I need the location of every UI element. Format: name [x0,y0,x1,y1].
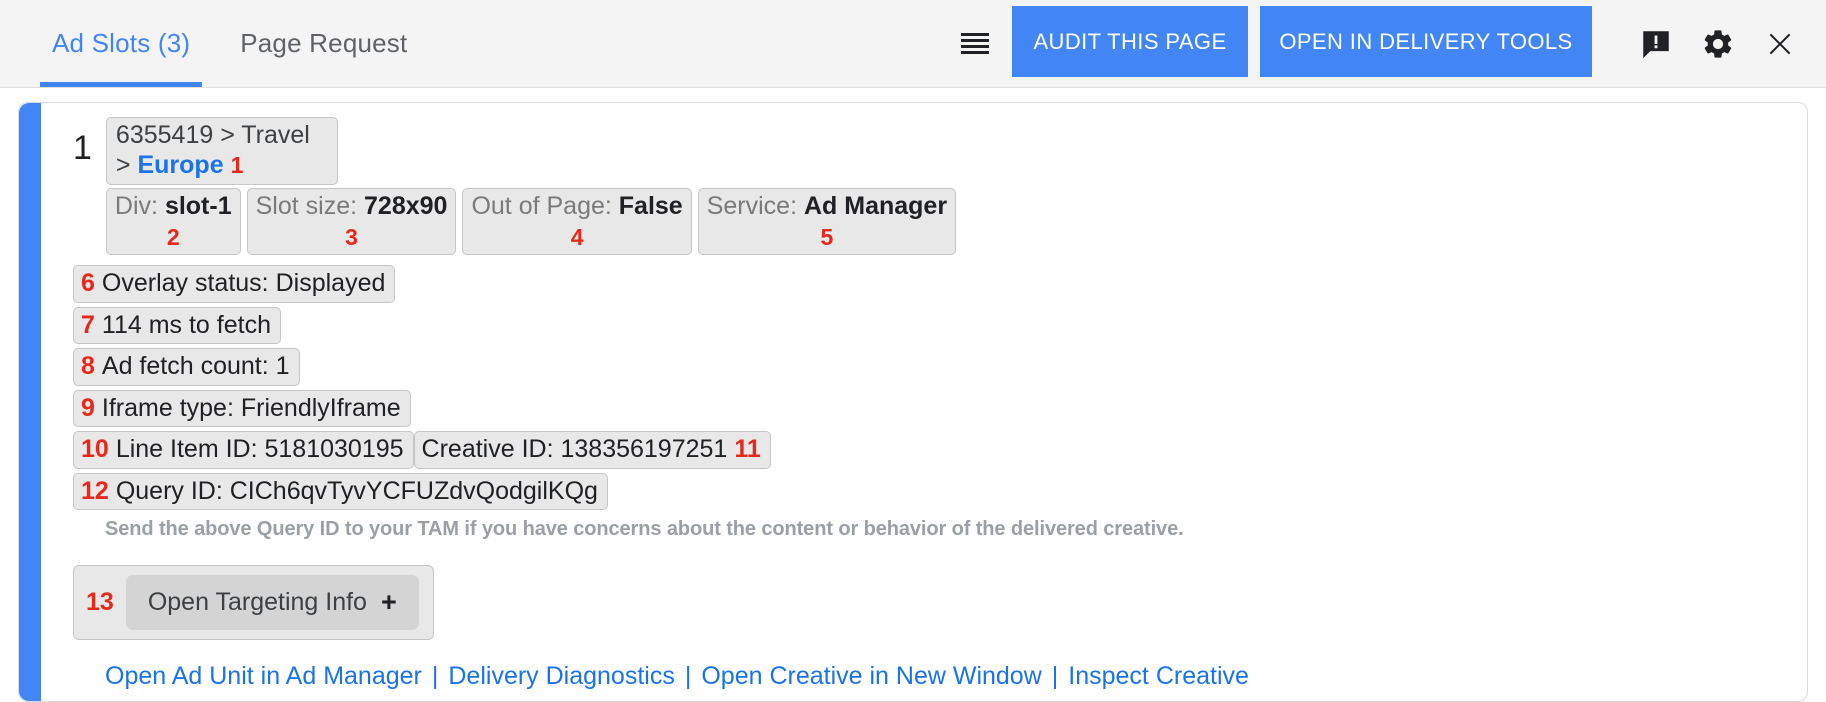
status-fetch-count-text: Ad fetch count: 1 [102,351,290,382]
attribute-slot-size-text: Slot size: 728x90 [256,191,448,222]
tab-ad-slots-label: Ad Slots (3) [52,28,190,59]
attribute-out-of-page-label: Out of Page: [471,192,611,220]
feedback-icon[interactable] [1638,26,1674,62]
slot-attribute-row: Div: slot-1 2 Slot size: 728x90 3 [106,188,956,255]
targeting-info-container: 13 Open Targeting Info + [73,565,434,640]
status-creative-id-value[interactable]: 138356197251 [560,435,727,463]
attribute-div-label: Div: [115,192,158,220]
attribute-out-of-page-text: Out of Page: False [471,191,682,222]
tab-page-request[interactable]: Page Request [228,0,419,87]
attribute-service-value: Ad Manager [804,192,947,220]
open-targeting-info-button[interactable]: Open Targeting Info + [126,575,419,630]
slot-header: 1 6355419 > Travel > Europe 1 Div: slot-… [63,117,1807,255]
tab-ad-slots[interactable]: Ad Slots (3) [40,0,202,87]
link-separator-3: | [1052,662,1059,691]
status-iframe-type-text: Iframe type: FriendlyIframe [102,393,401,424]
link-inspect-creative[interactable]: Inspect Creative [1068,662,1249,691]
slot-index: 1 [63,117,106,165]
slot-chip-column: 6355419 > Travel > Europe 1 Div: slot-1 … [106,117,956,255]
status-line-item-id-text: Line Item ID: 5181030195 [116,434,404,465]
status-fetch-count-value: 1 [276,352,290,380]
ad-slot-card-container: 1 6355419 > Travel > Europe 1 Div: slot-… [0,88,1826,702]
query-id-note: Send the above Query ID to your TAM if y… [63,518,1807,541]
annotation-badge-4: 4 [571,223,584,252]
status-fetch-time-label: ms to fetch [149,311,271,339]
ad-unit-breadcrumb[interactable]: 6355419 > Travel > Europe 1 [106,117,338,185]
attribute-service: Service: Ad Manager 5 [698,188,956,255]
status-fetch-time: 7 114 ms to fetch [73,307,281,345]
annotation-badge-10: 10 [81,434,109,465]
attribute-slot-size-label: Slot size: [256,192,357,220]
attribute-div: Div: slot-1 2 [106,188,241,255]
status-overlay: 6 Overlay status: Displayed [73,265,395,303]
attribute-service-label: Service: [707,192,797,220]
open-targeting-info-label: Open Targeting Info [148,588,367,617]
status-overlay-label: Overlay status: [102,269,269,297]
status-creative-id-label: Creative ID: [422,435,554,463]
annotation-badge-1: 1 [231,152,244,178]
attribute-slot-size: Slot size: 728x90 3 [247,188,457,255]
close-icon[interactable] [1762,26,1798,62]
link-open-ad-unit-in-ad-manager[interactable]: Open Ad Unit in Ad Manager [105,662,422,691]
status-fetch-time-value: 114 [102,311,142,339]
status-iframe-type-value: FriendlyIframe [241,394,401,422]
tab-page-request-label: Page Request [240,28,407,59]
plus-icon: + [381,587,397,618]
attribute-out-of-page-value: False [619,192,683,220]
link-separator-2: | [685,662,692,691]
status-creative-id-text: Creative ID: 138356197251 [422,434,728,465]
ad-slot-card: 1 6355419 > Travel > Europe 1 Div: slot-… [18,102,1808,702]
status-query-id-text: Query ID: CICh6qvTyvYCFUZdvQodgilKQg [116,476,598,507]
status-line-item-id-value[interactable]: 5181030195 [265,435,404,463]
annotation-badge-3: 3 [345,223,358,252]
status-iframe-type-label: Iframe type: [102,394,234,422]
menu-button[interactable] [938,0,1012,87]
slot-status-list: 6 Overlay status: Displayed 7 114 ms to … [63,265,1807,510]
status-fetch-time-text: 114 ms to fetch [102,310,271,341]
status-query-id-value[interactable]: CICh6qvTyvYCFUZdvQodgilKQg [230,477,598,505]
gear-icon[interactable] [1700,26,1736,62]
toolbar-spacer [419,0,938,87]
annotation-badge-6: 6 [81,268,95,299]
ad-slot-body: 1 6355419 > Travel > Europe 1 Div: slot-… [19,103,1807,701]
status-line-item-id-label: Line Item ID: [116,435,258,463]
annotation-badge-11: 11 [734,434,760,465]
annotation-badge-12: 12 [81,476,109,507]
attribute-slot-size-value: 728x90 [364,192,447,220]
card-accent-bar [19,103,41,701]
link-open-creative-in-new-window[interactable]: Open Creative in New Window [701,662,1041,691]
attribute-div-text: Div: slot-1 [115,191,232,222]
status-query-id-label: Query ID: [116,477,223,505]
breadcrumb-leaf[interactable]: Europe [137,151,223,179]
status-creative-id: Creative ID: 138356197251 11 [414,431,771,469]
status-line-item-id: 10 Line Item ID: 5181030195 [73,431,414,469]
attribute-out-of-page: Out of Page: False 4 [462,188,691,255]
annotation-badge-2: 2 [167,223,180,252]
status-query-id: 12 Query ID: CICh6qvTyvYCFUZdvQodgilKQg [73,473,608,511]
status-iframe-type: 9 Iframe type: FriendlyIframe [73,390,411,428]
open-in-delivery-tools-button[interactable]: OPEN IN DELIVERY TOOLS [1260,6,1592,77]
annotation-badge-9: 9 [81,393,95,424]
hamburger-icon [961,33,989,55]
link-separator-1: | [432,662,439,691]
toolbar-icon-group [1592,0,1826,87]
status-overlay-text: Overlay status: Displayed [102,268,385,299]
annotation-badge-13: 13 [86,588,114,617]
status-overlay-value: Displayed [276,269,386,297]
slot-links: Open Ad Unit in Ad Manager | Delivery Di… [63,662,1807,691]
link-delivery-diagnostics[interactable]: Delivery Diagnostics [448,662,674,691]
annotation-badge-7: 7 [81,310,95,341]
tab-bar: Ad Slots (3) Page Request [0,0,419,87]
audit-this-page-button[interactable]: AUDIT THIS PAGE [1012,6,1248,77]
top-toolbar: Ad Slots (3) Page Request AUDIT THIS PAG… [0,0,1826,88]
attribute-div-value: slot-1 [165,192,232,220]
status-fetch-count-label: Ad fetch count: [102,352,269,380]
id-row: 10 Line Item ID: 5181030195 Creative ID:… [73,431,771,469]
status-fetch-count: 8 Ad fetch count: 1 [73,348,300,386]
annotation-badge-5: 5 [821,223,834,252]
attribute-service-text: Service: Ad Manager [707,191,947,222]
annotation-badge-8: 8 [81,351,95,382]
